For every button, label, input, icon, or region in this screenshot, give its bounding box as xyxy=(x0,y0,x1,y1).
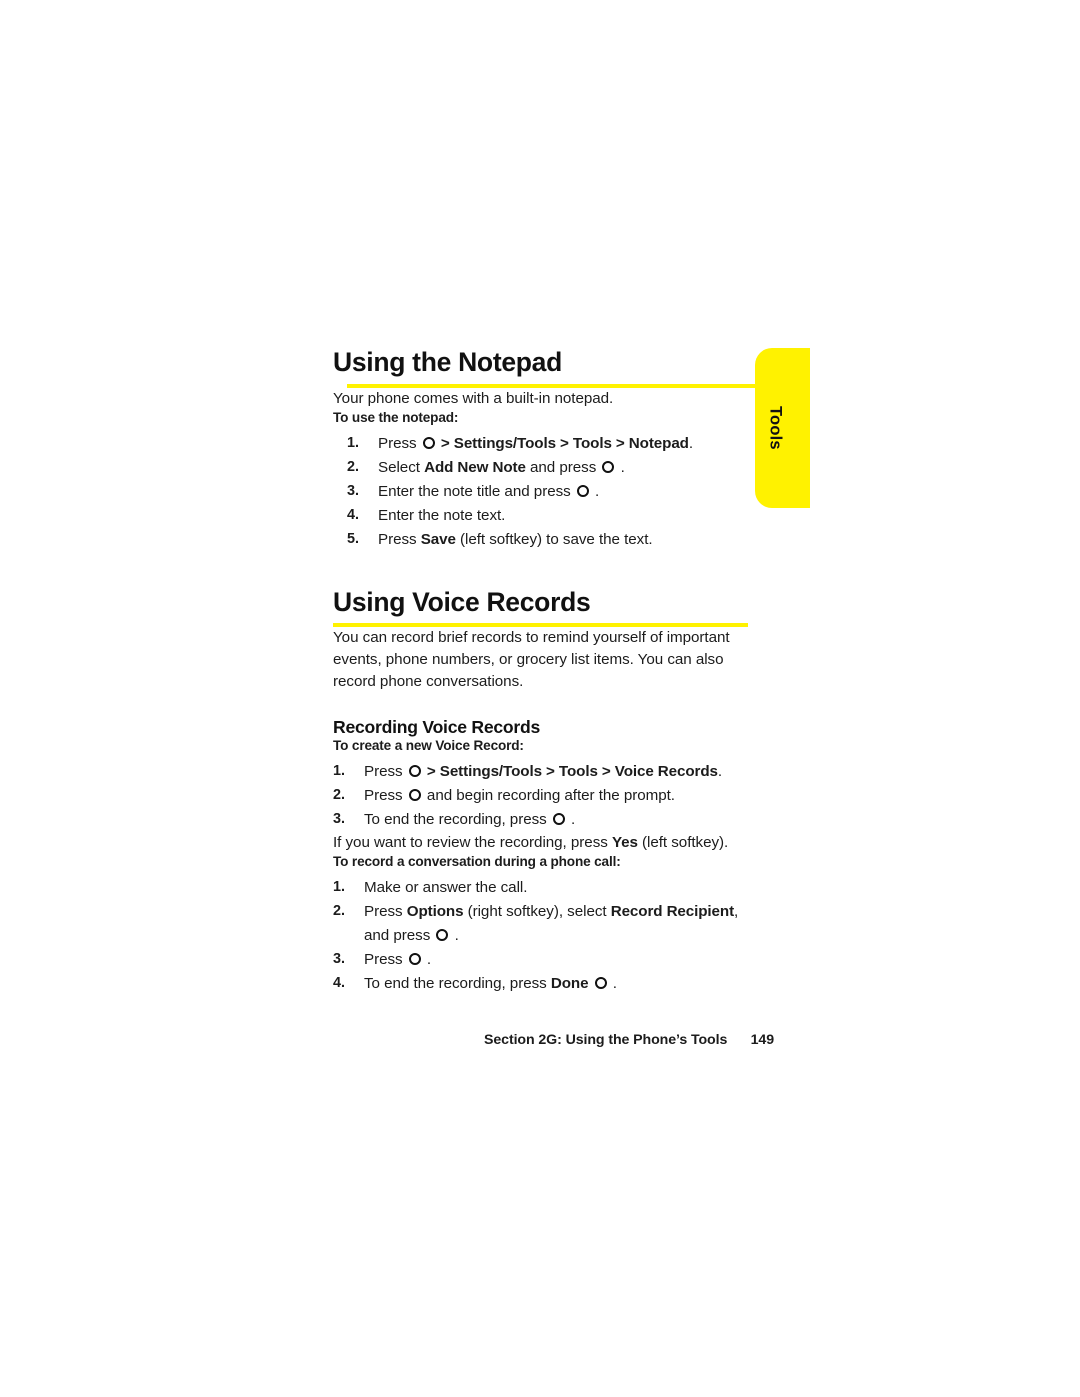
voice-records-intro-text: You can record brief records to remind y… xyxy=(333,629,730,691)
center-key-icon xyxy=(422,436,435,449)
steps-record-conversation: 1. Make or answer the call. 2. Press Option… xyxy=(333,876,753,996)
section-heading-voice-records: Using Voice Records xyxy=(333,586,591,617)
manual-page: Tools Using the Notepad Your phone comes… xyxy=(0,0,1080,1397)
center-key-icon xyxy=(594,976,607,989)
procedure-label-record-conversation: To record a conversation during a phone … xyxy=(333,853,621,869)
list-item: 1. Press > Settings/Tools > Tools > Notep… xyxy=(347,432,753,456)
list-item: 2. Select Add New Note and press . xyxy=(347,456,753,480)
subsection-heading-recording-voice-records: Recording Voice Records xyxy=(333,716,541,737)
list-item-text: Press > Settings/Tools > Tools > Voice R… xyxy=(364,762,723,780)
list-item: 4. Enter the note text. xyxy=(347,504,753,528)
list-item-text: Make or answer the call. xyxy=(364,878,528,896)
steps-use-notepad: 1. Press > Settings/Tools > Tools > Notep… xyxy=(347,432,753,552)
list-item-number: 3. xyxy=(333,811,345,828)
list-item-text: Press > Settings/Tools > Tools > Notepad… xyxy=(378,434,694,452)
list-item-number: 3. xyxy=(333,950,345,967)
center-key-icon xyxy=(602,460,615,473)
list-item-number: 1. xyxy=(333,762,345,779)
list-item-text: Press . xyxy=(364,950,432,968)
list-item: 3. Enter the note title and press . xyxy=(347,480,753,504)
list-item: 3. To end the recording, press . xyxy=(333,808,753,832)
list-item-number: 5. xyxy=(347,530,359,547)
review-recording-note: If you want to review the recording, pre… xyxy=(333,834,729,852)
list-item: 2. Press and begin recording after the pr… xyxy=(333,784,753,808)
list-item: 1. Press > Settings/Tools > Tools > Voice… xyxy=(333,760,753,784)
thumb-tab-label: Tools xyxy=(766,406,785,450)
list-item-text: Enter the note title and press . xyxy=(378,482,600,500)
footer-section-text: Section 2G: Using the Phone’s Tools xyxy=(484,1032,728,1048)
list-item-number: 2. xyxy=(333,902,345,919)
center-key-icon xyxy=(552,813,565,826)
center-key-icon xyxy=(436,928,449,941)
list-item-number: 2. xyxy=(347,458,359,475)
center-key-icon xyxy=(408,952,421,965)
list-item-number: 1. xyxy=(347,434,359,451)
list-item: 5. Press Save (left softkey) to save the … xyxy=(347,528,753,552)
center-key-icon xyxy=(576,484,589,497)
center-key-icon xyxy=(408,764,421,777)
list-item-number: 4. xyxy=(347,506,359,523)
list-item-text: Press and begin recording after the prom… xyxy=(364,787,675,804)
list-item-number: 3. xyxy=(347,482,359,499)
list-item: 1. Make or answer the call. xyxy=(333,876,753,900)
notepad-intro-text: Your phone comes with a built-in notepad… xyxy=(333,389,614,407)
list-item-number: 4. xyxy=(333,974,345,991)
list-item-text: Press Save (left softkey) to save the te… xyxy=(378,530,653,548)
procedure-label-use-notepad: To use the notepad: xyxy=(333,409,459,425)
list-item-number: 2. xyxy=(333,787,345,803)
list-item-text: To end the recording, press . xyxy=(364,811,576,829)
list-item-text: Enter the note text. xyxy=(378,506,506,524)
list-item: 3. Press . xyxy=(333,948,753,972)
page-content: Using the Notepad Your phone comes with … xyxy=(333,347,769,996)
list-item-text: To end the recording, press Done . xyxy=(364,974,617,992)
list-item-text: Select Add New Note and press . xyxy=(378,458,625,476)
procedure-label-create-voice-record: To create a new Voice Record: xyxy=(333,737,524,753)
steps-create-voice-record: 1. Press > Settings/Tools > Tools > Voice… xyxy=(333,760,753,832)
list-item-number: 1. xyxy=(333,878,345,895)
footer-page-number: 149 xyxy=(750,1032,774,1048)
section-heading-notepad: Using the Notepad xyxy=(333,347,562,377)
list-item: 2. Press Options (right softkey), select … xyxy=(333,900,753,948)
thumb-tab-tools: Tools xyxy=(755,348,810,508)
center-key-icon xyxy=(408,789,421,801)
list-item-text: Press Options (right softkey), select Re… xyxy=(364,902,739,944)
page-footer: Section 2G: Using the Phone’s Tools 149 xyxy=(484,1032,774,1048)
list-item: 4. To end the recording, press Done . xyxy=(333,972,753,996)
